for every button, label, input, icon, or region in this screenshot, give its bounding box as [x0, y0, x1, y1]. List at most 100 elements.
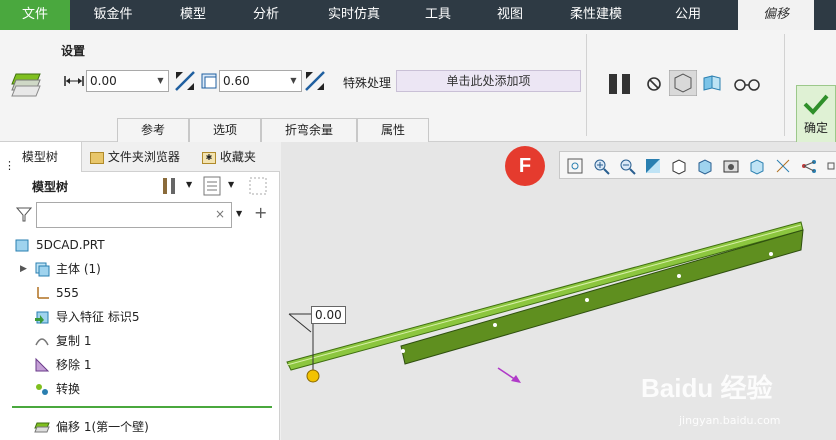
- menu-sheetmetal[interactable]: 钣金件: [80, 0, 146, 30]
- perspective-view-icon[interactable]: [748, 157, 766, 175]
- direction-arrowhead: [511, 375, 521, 383]
- menu-view[interactable]: 视图: [477, 0, 543, 30]
- tree-item-label: 导入特征 标识5: [56, 310, 140, 324]
- flip-direction-icon[interactable]: [174, 70, 196, 92]
- coordinate-system-icon: [37, 287, 49, 299]
- tab-model-tree-label: 模型树: [21, 150, 58, 164]
- menu-flexible-modeling[interactable]: 柔性建模: [558, 0, 634, 30]
- zoom-in-icon[interactable]: [592, 157, 610, 175]
- annotation-display-icon[interactable]: [800, 157, 818, 175]
- menu-common[interactable]: 公用: [655, 0, 721, 30]
- offset-value-field[interactable]: 0.00: [86, 70, 154, 92]
- search-dropdown[interactable]: ▼: [236, 209, 242, 218]
- expand-arrow-icon[interactable]: ▶: [20, 258, 27, 280]
- ribbon: 设置 0.00 ▼ 0.60 ▼ 特殊处理 单击此处添加项 参考 选项 折弯余量…: [0, 30, 836, 145]
- tree-filter-options-icon[interactable]: [248, 176, 268, 196]
- drag-handle[interactable]: [306, 369, 320, 383]
- offset-distance-icon: [64, 76, 84, 86]
- offset-wall-side: [400, 229, 804, 365]
- hole: [401, 349, 405, 353]
- edge-highlight: [286, 224, 802, 366]
- show-dropdown[interactable]: ▼: [228, 180, 234, 189]
- insert-here-marker: [12, 406, 272, 408]
- folder-icon: [90, 151, 104, 164]
- display-style-icon[interactable]: [670, 157, 688, 175]
- ok-button[interactable]: 确定: [796, 85, 836, 145]
- tree-item-label: 5DCAD.PRT: [36, 238, 105, 252]
- tab-properties[interactable]: 属性: [357, 118, 429, 142]
- body-icon: [35, 262, 50, 277]
- geometry-preview-icon[interactable]: [703, 75, 721, 91]
- no-preview-icon[interactable]: [646, 76, 662, 92]
- glasses-icon[interactable]: [733, 77, 761, 91]
- offset-dropdown[interactable]: ▼: [153, 70, 169, 92]
- import-feature-icon: [35, 311, 49, 324]
- menu-tools[interactable]: 工具: [405, 0, 471, 30]
- tree-item-label: 移除 1: [56, 358, 92, 372]
- tab-bend-allowance[interactable]: 折弯余量: [261, 118, 357, 142]
- pause-icon[interactable]: [608, 73, 632, 95]
- checkmark-icon: [803, 94, 829, 115]
- tab-options[interactable]: 选项: [189, 118, 261, 142]
- transform-icon: [36, 384, 48, 395]
- view-toolbar: [559, 151, 836, 179]
- menu-analysis[interactable]: 分析: [233, 0, 299, 30]
- repaint-icon[interactable]: [644, 157, 662, 175]
- offset-surface-icon[interactable]: [10, 68, 44, 98]
- copy-icon: [35, 338, 49, 346]
- tree-item-body[interactable]: ▶ 主体 (1): [0, 258, 280, 280]
- tree-icon: ⋮: [4, 158, 15, 172]
- view-manager-icon[interactable]: [722, 157, 740, 175]
- menu-realtime-sim[interactable]: 实时仿真: [316, 0, 392, 30]
- tab-favorites-label: 收藏夹: [219, 150, 256, 164]
- watermark-url: jingyan.baidu.com: [679, 414, 781, 427]
- tree-settings-dropdown[interactable]: ▼: [186, 180, 192, 189]
- special-handling-collector[interactable]: 单击此处添加项: [396, 70, 581, 92]
- tab-model-tree[interactable]: ⋮ 模型树: [0, 142, 82, 172]
- tree-settings-icon[interactable]: [160, 176, 182, 196]
- verify-mode-icon[interactable]: [669, 70, 697, 96]
- menu-model[interactable]: 模型: [160, 0, 226, 30]
- step-badge: F: [505, 146, 545, 186]
- tree-item-part[interactable]: 5DCAD.PRT: [0, 234, 280, 256]
- thickness-value-field[interactable]: 0.60: [219, 70, 287, 92]
- menu-bar: 文件 钣金件 模型 分析 实时仿真 工具 视图 柔性建模 公用 偏移: [0, 0, 836, 30]
- tab-references[interactable]: 参考: [117, 118, 189, 142]
- more-tools-icon[interactable]: [826, 157, 836, 175]
- tree-item-label: 偏移 1(第一个壁): [56, 420, 149, 434]
- thickness-dropdown[interactable]: ▼: [286, 70, 302, 92]
- tree-item-label: 555: [56, 286, 79, 300]
- clear-search-icon[interactable]: ×: [215, 207, 225, 221]
- hole: [585, 298, 589, 302]
- offset-feature-icon: [34, 422, 50, 433]
- tab-favorites[interactable]: ✱ 收藏夹: [198, 142, 278, 172]
- ribbon-separator: [586, 34, 587, 136]
- tree-search-input[interactable]: ×: [36, 202, 232, 228]
- menu-file[interactable]: 文件: [0, 0, 70, 30]
- thickness-icon: [201, 73, 217, 89]
- dimension-leader-tick: [288, 313, 312, 333]
- zoom-out-icon[interactable]: [618, 157, 636, 175]
- tab-folder-browser[interactable]: 文件夹浏览器: [86, 142, 196, 172]
- filter-icon[interactable]: [16, 206, 32, 222]
- remove-icon: [35, 357, 50, 372]
- settings-label: 设置: [61, 44, 86, 58]
- tree-item-remove[interactable]: 移除 1: [0, 354, 280, 376]
- saved-orientations-icon[interactable]: [696, 157, 714, 175]
- refit-icon[interactable]: [566, 157, 584, 175]
- show-list-icon[interactable]: [203, 176, 221, 196]
- offset-dimension-label[interactable]: 0.00: [311, 306, 346, 324]
- tree-item-csys[interactable]: 555: [0, 282, 280, 304]
- datum-display-icon[interactable]: [774, 157, 792, 175]
- add-item-icon[interactable]: +: [254, 203, 267, 222]
- tree-item-import-feature[interactable]: 导入特征 标识5: [0, 306, 280, 328]
- flip-thickness-icon[interactable]: [304, 70, 326, 92]
- tree-item-label: 转换: [56, 382, 81, 396]
- graphics-viewport[interactable]: 0.00 F Baidu 经验 jingyan.baidu.com: [281, 142, 836, 440]
- tree-item-copy[interactable]: 复制 1: [0, 330, 280, 352]
- menu-offset[interactable]: 偏移: [738, 0, 814, 30]
- tree-item-offset[interactable]: 偏移 1(第一个壁): [0, 416, 280, 438]
- tree-item-transform[interactable]: 转换: [0, 378, 280, 400]
- watermark-brand: Baidu 经验: [641, 373, 773, 403]
- hole: [677, 274, 681, 278]
